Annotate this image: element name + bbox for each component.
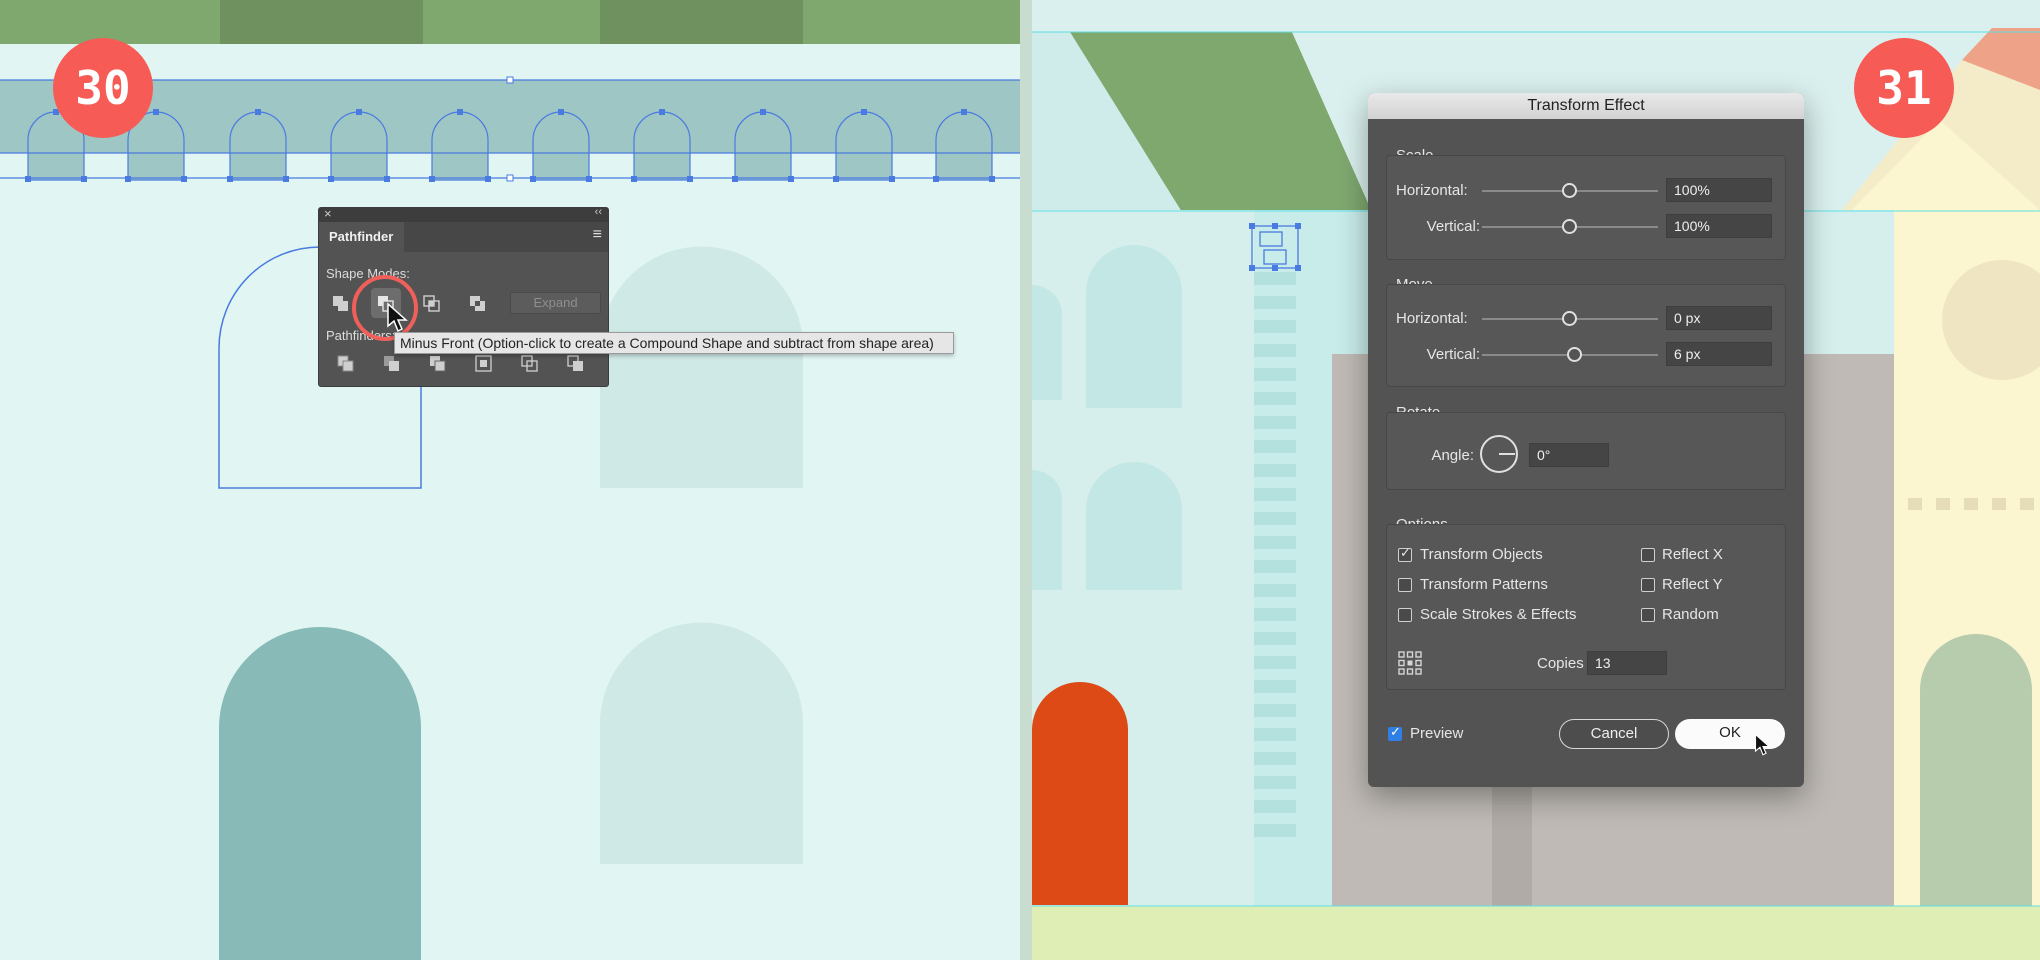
scale-strokes-label: Scale Strokes & Effects <box>1420 606 1577 623</box>
reference-point-icon[interactable] <box>1398 651 1422 675</box>
move-vertical-input[interactable]: 6 px <box>1666 342 1772 366</box>
intersect-icon[interactable] <box>417 288 447 318</box>
scale-horizontal-input[interactable]: 100% <box>1666 178 1772 202</box>
panel-menu-icon[interactable]: ≡ <box>593 226 602 244</box>
scale-vertical-input[interactable]: 100% <box>1666 214 1772 238</box>
dialog-title: Transform Effect <box>1368 93 1804 119</box>
scale-vertical-label: Vertical: <box>1426 218 1480 235</box>
transform-patterns-checkbox[interactable] <box>1398 578 1412 592</box>
scale-group <box>1386 155 1786 260</box>
transform-objects-checkbox[interactable] <box>1398 545 1412 562</box>
random-label: Random <box>1662 606 1719 623</box>
scale-vertical-thumb[interactable] <box>1562 219 1577 234</box>
cancel-button[interactable]: Cancel <box>1559 719 1669 749</box>
cursor-arrow-icon-ok <box>1754 733 1771 756</box>
reflect-y-label: Reflect Y <box>1662 576 1723 593</box>
random-checkbox[interactable] <box>1641 608 1655 622</box>
scale-horizontal-thumb[interactable] <box>1562 183 1577 198</box>
divider <box>1020 0 1032 960</box>
move-vertical-label: Vertical: <box>1426 346 1480 363</box>
preview-label: Preview <box>1410 725 1464 742</box>
expand-button[interactable]: Expand <box>510 292 601 314</box>
transform-patterns-label: Transform Patterns <box>1420 576 1548 593</box>
reflect-x-checkbox[interactable] <box>1641 548 1655 562</box>
divide-icon[interactable] <box>331 348 361 378</box>
copies-input[interactable]: 13 <box>1587 651 1667 675</box>
tooltip: Minus Front (Option-click to create a Co… <box>394 332 954 354</box>
exclude-icon[interactable] <box>463 288 493 318</box>
tab-pathfinder[interactable]: Pathfinder <box>319 222 404 252</box>
panel-tabbar: Pathfinder ≡ <box>319 222 608 252</box>
angle-label: Angle: <box>1431 447 1474 464</box>
canvas-step-30: 30 × ‹‹ Pathfinder ≡ Shape Modes: Expand… <box>0 0 1020 960</box>
move-horizontal-label: Horizontal: <box>1396 310 1468 327</box>
angle-dial-icon[interactable] <box>1479 434 1519 474</box>
artwork-left <box>0 0 1020 960</box>
reflect-x-label: Reflect X <box>1662 546 1723 563</box>
move-group <box>1386 284 1786 387</box>
panel-titlebar: × ‹‹ <box>319 206 608 222</box>
step-badge-30: 30 <box>53 38 153 138</box>
close-icon[interactable]: × <box>324 206 332 221</box>
move-horizontal-thumb[interactable] <box>1562 311 1577 326</box>
transform-objects-label: Transform Objects <box>1420 546 1543 563</box>
move-vertical-thumb[interactable] <box>1567 347 1582 362</box>
copies-label: Copies <box>1537 655 1584 672</box>
preview-checkbox[interactable] <box>1388 724 1402 741</box>
transform-effect-dialog: Transform Effect Scale Horizontal: 100% … <box>1368 93 1804 787</box>
cursor-arrow-icon <box>387 302 408 333</box>
move-horizontal-input[interactable]: 0 px <box>1666 306 1772 330</box>
reflect-y-checkbox[interactable] <box>1641 578 1655 592</box>
collapse-icon[interactable]: ‹‹ <box>595 206 602 218</box>
scale-horizontal-label: Horizontal: <box>1396 182 1468 199</box>
scale-strokes-checkbox[interactable] <box>1398 608 1412 622</box>
angle-input[interactable]: 0° <box>1529 443 1609 467</box>
step-badge-31: 31 <box>1854 38 1954 138</box>
